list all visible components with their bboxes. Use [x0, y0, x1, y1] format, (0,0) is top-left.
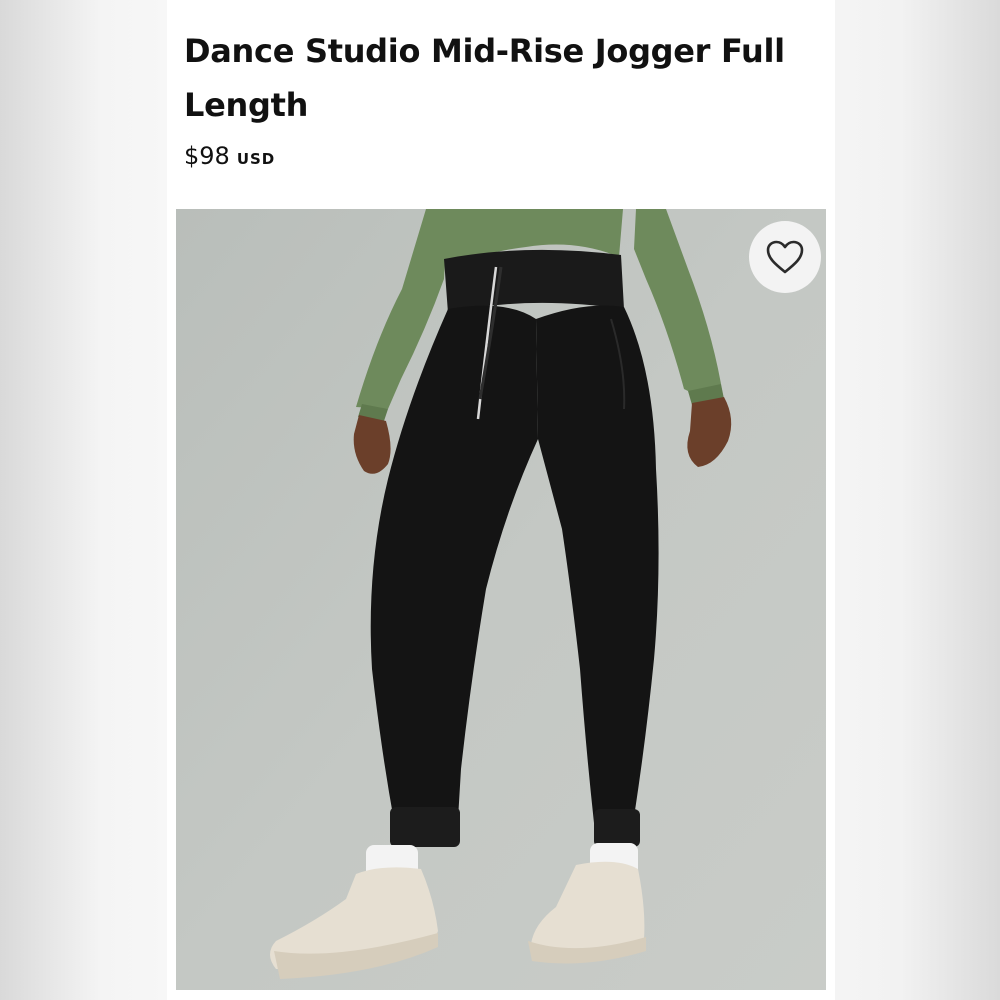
product-price: $98 — [184, 142, 230, 170]
right-ankle-cuff — [594, 809, 640, 847]
product-photo — [176, 209, 826, 990]
left-ankle-cuff — [390, 807, 460, 847]
product-image[interactable] — [176, 209, 826, 990]
price-currency: USD — [236, 150, 276, 168]
favorite-button[interactable] — [749, 221, 821, 293]
heart-outline-icon — [766, 240, 804, 274]
price-row: $98 USD — [184, 142, 275, 182]
product-card: Dance Studio Mid-Rise Jogger Full Length… — [167, 0, 835, 1000]
product-title: Dance Studio Mid-Rise Jogger Full Length — [184, 32, 785, 124]
